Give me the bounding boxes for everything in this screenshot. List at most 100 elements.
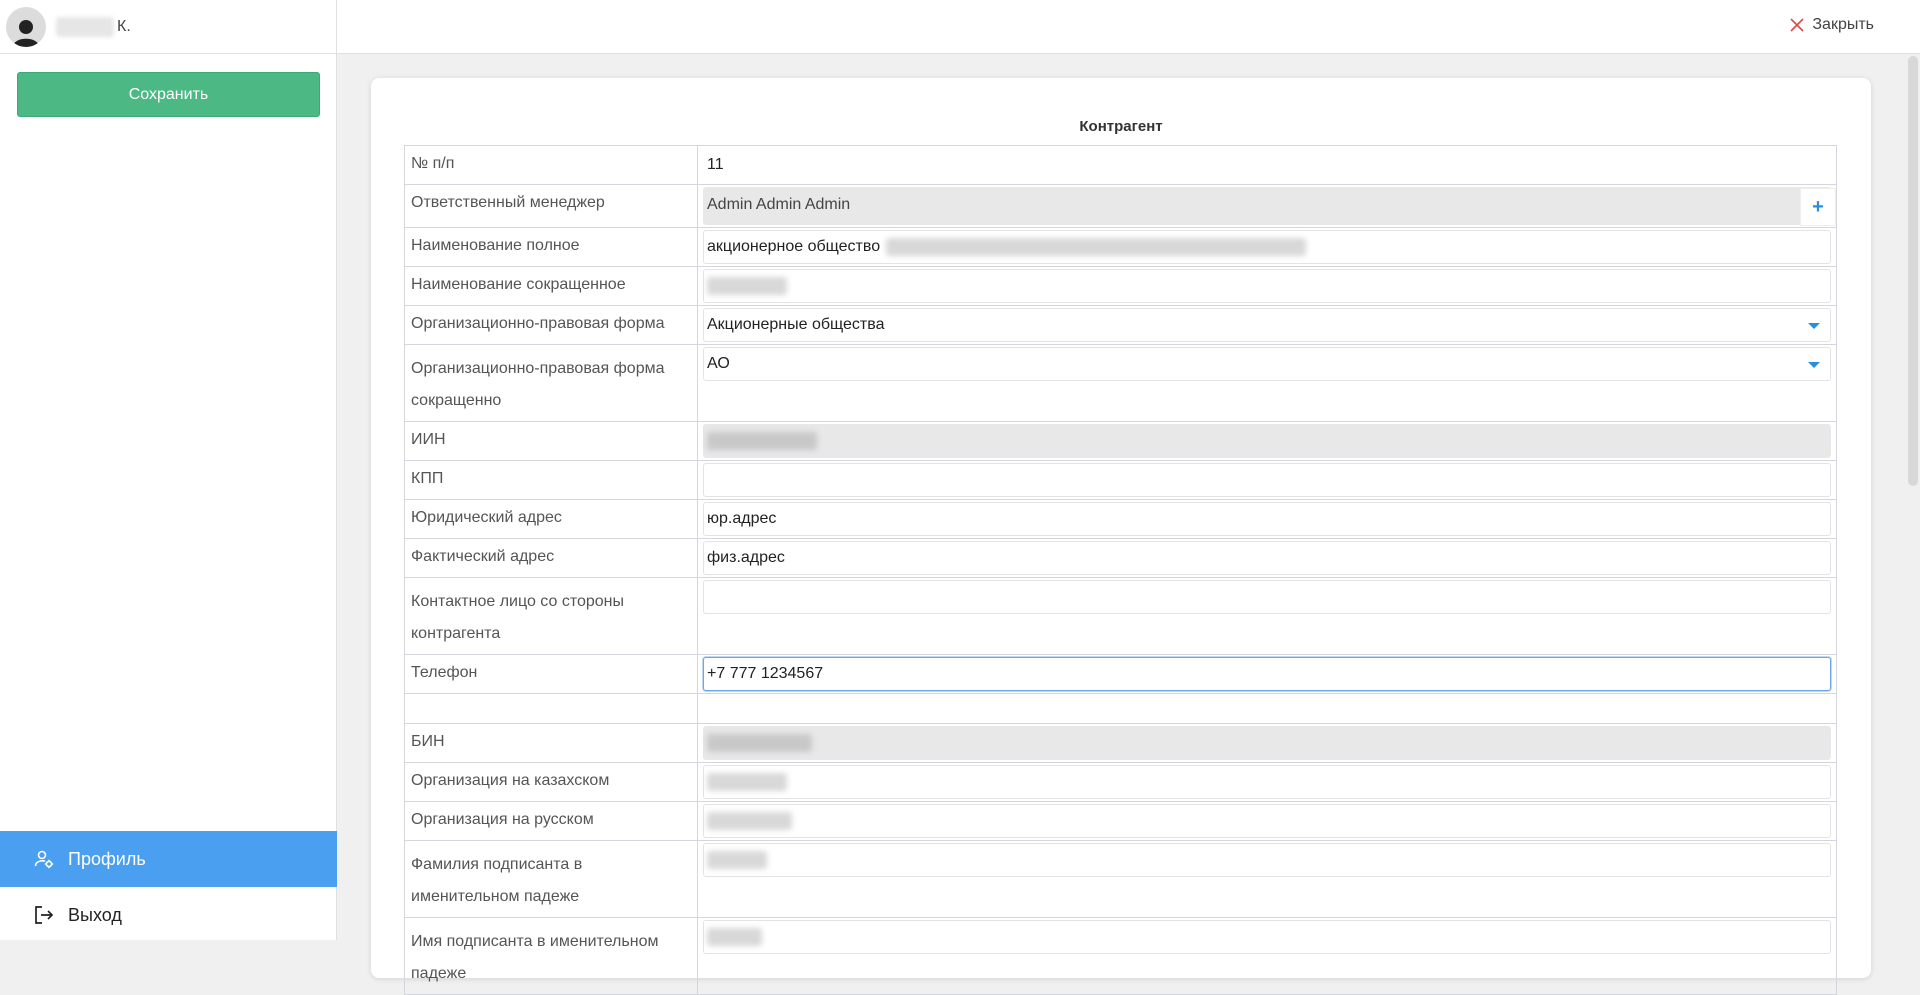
logout-icon: [34, 903, 58, 927]
sidebar: К. Сохранить Профиль Выход: [0, 0, 337, 940]
value-cell: [697, 801, 1837, 841]
form-row: Юридический адрес юр.адрес: [404, 499, 1837, 539]
label-iin: ИИН: [404, 421, 698, 461]
nav-label-profile: Профиль: [68, 848, 146, 869]
save-button[interactable]: Сохранить: [17, 72, 320, 117]
org-form-value: Акционерные общества: [707, 316, 885, 333]
label-org-kz: Организация на казахском: [404, 762, 698, 802]
scrollbar-thumb[interactable]: [1908, 56, 1918, 486]
label-num: № п/п: [404, 145, 698, 185]
form-row: Наименование сокращенное: [404, 266, 1837, 306]
user-bar: К.: [0, 0, 336, 54]
org-form-short-select[interactable]: АО: [703, 347, 1831, 381]
form-row: ИИН: [404, 421, 1837, 461]
nav-item-logout[interactable]: Выход: [0, 887, 337, 943]
close-icon: [1790, 18, 1804, 32]
value-cell: Акционерные общества: [697, 305, 1837, 345]
value-cell: юр.адрес: [697, 499, 1837, 539]
redacted-text: [707, 773, 787, 791]
full-name-field[interactable]: акционерное общество: [703, 230, 1831, 264]
value-cell: [697, 917, 1837, 995]
value-cell: [697, 460, 1837, 500]
value-cell: +7 777 1234567: [697, 654, 1837, 694]
redacted-text: [886, 238, 1307, 256]
nav-item-profile[interactable]: Профиль: [0, 831, 337, 887]
value-cell: [697, 762, 1837, 802]
org-form-short-value: АО: [707, 355, 730, 372]
redacted-name: [56, 16, 114, 37]
form-row: КПП: [404, 460, 1837, 500]
form-row: Фамилия подписанта в именительном падеже: [404, 840, 1837, 918]
org-ru-field[interactable]: [703, 804, 1831, 838]
org-form-select[interactable]: Акционерные общества: [703, 308, 1831, 342]
form-row: БИН: [404, 723, 1837, 763]
chevron-down-icon[interactable]: [1808, 323, 1820, 329]
value-cell: акционерное общество: [697, 227, 1837, 267]
close-button[interactable]: Закрыть: [1789, 16, 1874, 34]
redacted-text: [707, 928, 762, 946]
topbar: Закрыть: [337, 0, 1920, 54]
phone-field[interactable]: +7 777 1234567: [703, 657, 1831, 691]
contact-person-field[interactable]: [703, 580, 1831, 614]
user-name: К.: [56, 16, 131, 37]
form-row: Фактический адрес физ.адрес: [404, 538, 1837, 578]
value-cell: 11: [697, 145, 1837, 185]
user-icon: [13, 19, 39, 47]
bin-field: [703, 726, 1831, 760]
form-row: Организационно-правовая форма сокращенно…: [404, 344, 1837, 422]
label-short-name: Наименование сокращенное: [404, 266, 698, 306]
org-kz-field[interactable]: [703, 765, 1831, 799]
label-contact-person: Контактное лицо со стороны контрагента: [404, 577, 698, 655]
label-signer-first-name: Имя подписанта в именительном падеже: [404, 917, 698, 995]
label-org-form: Организационно-правовая форма: [404, 305, 698, 345]
signer-last-name-field[interactable]: [703, 843, 1831, 877]
form-row: Наименование полное акционерное общество: [404, 227, 1837, 267]
label-legal-address: Юридический адрес: [404, 499, 698, 539]
form-row: Организация на русском: [404, 801, 1837, 841]
value-cell: Admin Admin Admin +: [697, 184, 1837, 228]
page-title: Контрагент: [1079, 118, 1163, 135]
redacted-text: [707, 851, 767, 869]
counterparty-form: № п/п 11 Ответственный менеджер Admin Ad…: [404, 145, 1837, 995]
label-kpp: КПП: [404, 460, 698, 500]
form-row: Телефон +7 777 1234567: [404, 654, 1837, 694]
label-signer-last-name: Фамилия подписанта в именительном падеже: [404, 840, 698, 918]
label-manager: Ответственный менеджер: [404, 184, 698, 228]
value-cell: физ.адрес: [697, 538, 1837, 578]
num-field: 11: [703, 148, 1831, 182]
value-cell: АО: [697, 344, 1837, 422]
form-row: Контактное лицо со стороны контрагента: [404, 577, 1837, 655]
counterparty-card: Контрагент № п/п 11 Ответственный менедж…: [371, 78, 1871, 995]
label-org-form-short: Организационно-правовая форма сокращенно: [404, 344, 698, 422]
user-gear-icon: [34, 847, 58, 871]
value-cell: [697, 266, 1837, 306]
close-label: Закрыть: [1812, 16, 1874, 33]
label-phone: Телефон: [404, 654, 698, 694]
kpp-field[interactable]: [703, 463, 1831, 497]
short-name-field[interactable]: [703, 269, 1831, 303]
form-row: Ответственный менеджер Admin Admin Admin…: [404, 184, 1837, 228]
value-cell: [697, 421, 1837, 461]
signer-first-name-field[interactable]: [703, 920, 1831, 954]
empty-cell: [404, 693, 698, 724]
redacted-text: [707, 432, 817, 450]
avatar[interactable]: [6, 6, 46, 47]
full-name-value: акционерное общество: [707, 238, 881, 255]
user-initial: К.: [117, 17, 131, 35]
form-row: Имя подписанта в именительном падеже: [404, 917, 1837, 995]
form-row: № п/п 11: [404, 145, 1837, 185]
redacted-text: [707, 734, 812, 752]
add-manager-button[interactable]: +: [1800, 188, 1836, 226]
actual-address-field[interactable]: физ.адрес: [703, 541, 1831, 575]
form-row: Организация на казахском: [404, 762, 1837, 802]
value-cell: [697, 723, 1837, 763]
label-full-name: Наименование полное: [404, 227, 698, 267]
form-row: Организационно-правовая форма Акционерны…: [404, 305, 1837, 345]
manager-field[interactable]: Admin Admin Admin: [703, 187, 1831, 225]
chevron-down-icon[interactable]: [1808, 362, 1820, 368]
label-actual-address: Фактический адрес: [404, 538, 698, 578]
value-cell: [697, 577, 1837, 655]
form-row-spacer: [404, 693, 1837, 724]
legal-address-field[interactable]: юр.адрес: [703, 502, 1831, 536]
redacted-text: [707, 277, 787, 295]
